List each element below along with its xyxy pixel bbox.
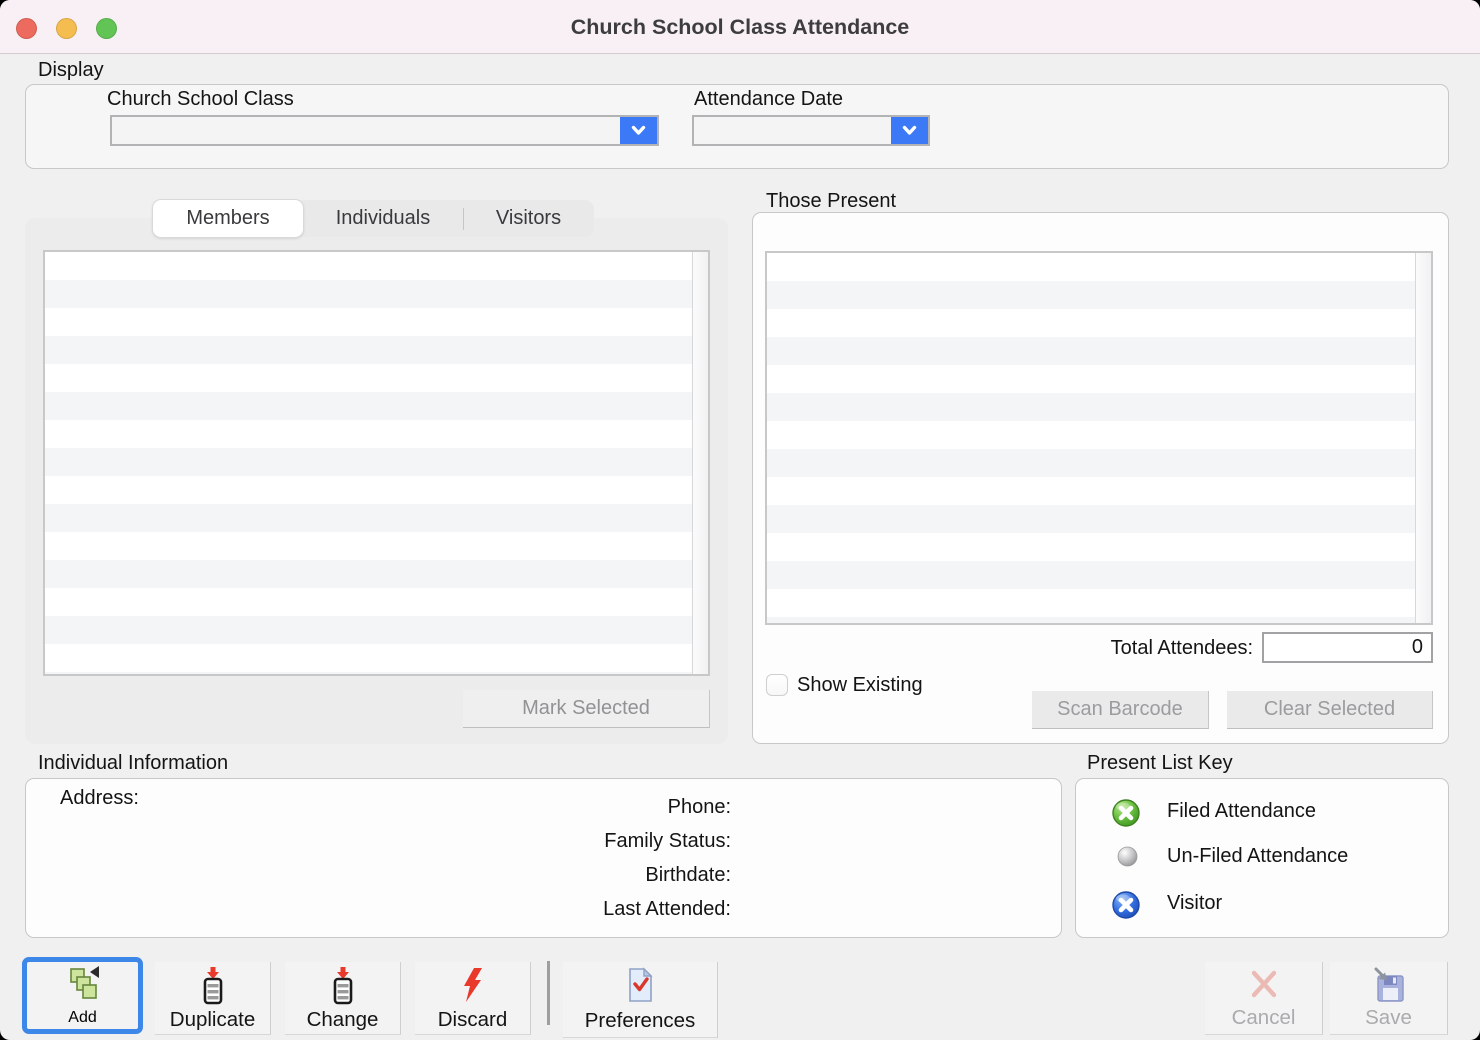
birthdate-label: Birthdate:	[431, 864, 731, 887]
members-list-rows	[45, 252, 692, 674]
change-button-label: Change	[307, 1010, 379, 1031]
save-icon	[1372, 967, 1406, 1008]
address-label: Address:	[60, 787, 139, 810]
filed-attendance-icon	[1112, 799, 1140, 832]
discard-button-label: Discard	[438, 1010, 508, 1031]
last-attended-label: Last Attended:	[431, 898, 731, 921]
discard-icon	[458, 967, 488, 1010]
tab-visitors[interactable]: Visitors	[464, 200, 593, 237]
clear-selected-button[interactable]: Clear Selected	[1227, 691, 1433, 729]
add-icon	[63, 966, 103, 1009]
duplicate-button[interactable]: Duplicate	[155, 962, 271, 1035]
members-list[interactable]	[43, 250, 710, 676]
show-existing-label: Show Existing	[797, 674, 923, 697]
family-status-label: Family Status:	[431, 830, 731, 853]
discard-button[interactable]: Discard	[415, 962, 531, 1035]
individual-info-group-label: Individual Information	[38, 752, 228, 775]
tab-individuals[interactable]: Individuals	[303, 200, 463, 237]
list-tabs: Members Individuals Visitors	[153, 200, 594, 237]
those-present-list[interactable]	[765, 251, 1433, 625]
mark-selected-button[interactable]: Mark Selected	[463, 690, 710, 728]
show-existing-checkbox[interactable]	[766, 674, 788, 696]
duplicate-icon	[200, 967, 226, 1010]
display-group-label: Display	[38, 59, 104, 82]
visitor-icon	[1112, 891, 1140, 924]
attendance-date-select[interactable]	[692, 115, 930, 146]
window-title: Church School Class Attendance	[0, 0, 1480, 54]
save-button[interactable]: Save	[1330, 962, 1448, 1035]
tab-members[interactable]: Members	[153, 200, 303, 237]
unfiled-attendance-label: Un-Filed Attendance	[1167, 845, 1348, 868]
cancel-icon	[1248, 967, 1280, 1006]
total-attendees-label: Total Attendees:	[1026, 637, 1253, 660]
members-list-scrollbar[interactable]	[692, 252, 708, 674]
preferences-button-label: Preferences	[585, 1011, 696, 1032]
those-present-list-scrollbar[interactable]	[1415, 253, 1431, 623]
title-bar: Church School Class Attendance	[0, 0, 1480, 54]
scan-barcode-button[interactable]: Scan Barcode	[1032, 691, 1209, 729]
cancel-button-label: Cancel	[1232, 1008, 1296, 1029]
chevron-down-icon[interactable]	[891, 117, 928, 144]
church-school-class-select[interactable]	[110, 115, 659, 146]
add-button[interactable]: Add	[22, 957, 143, 1034]
unfiled-attendance-icon	[1117, 846, 1138, 872]
attendance-date-label: Attendance Date	[694, 88, 843, 111]
preferences-button[interactable]: Preferences	[563, 962, 718, 1038]
total-attendees-field[interactable]: 0	[1262, 632, 1433, 663]
present-list-key-group-label: Present List Key	[1087, 752, 1233, 775]
visitor-label: Visitor	[1167, 892, 1222, 915]
chevron-down-icon[interactable]	[620, 117, 657, 144]
cancel-button[interactable]: Cancel	[1205, 962, 1323, 1035]
add-button-label: Add	[68, 1009, 96, 1027]
change-icon	[330, 967, 356, 1010]
change-button[interactable]: Change	[285, 962, 401, 1035]
toolbar-separator	[547, 961, 550, 1025]
duplicate-button-label: Duplicate	[170, 1010, 255, 1031]
those-present-list-rows	[767, 253, 1415, 623]
app-window: Church School Class Attendance Display C…	[0, 0, 1480, 1040]
those-present-group-label: Those Present	[766, 190, 896, 213]
save-button-label: Save	[1365, 1008, 1412, 1029]
phone-label: Phone:	[431, 796, 731, 819]
filed-attendance-label: Filed Attendance	[1167, 800, 1316, 823]
church-school-class-label: Church School Class	[107, 88, 294, 111]
preferences-icon	[626, 967, 654, 1008]
